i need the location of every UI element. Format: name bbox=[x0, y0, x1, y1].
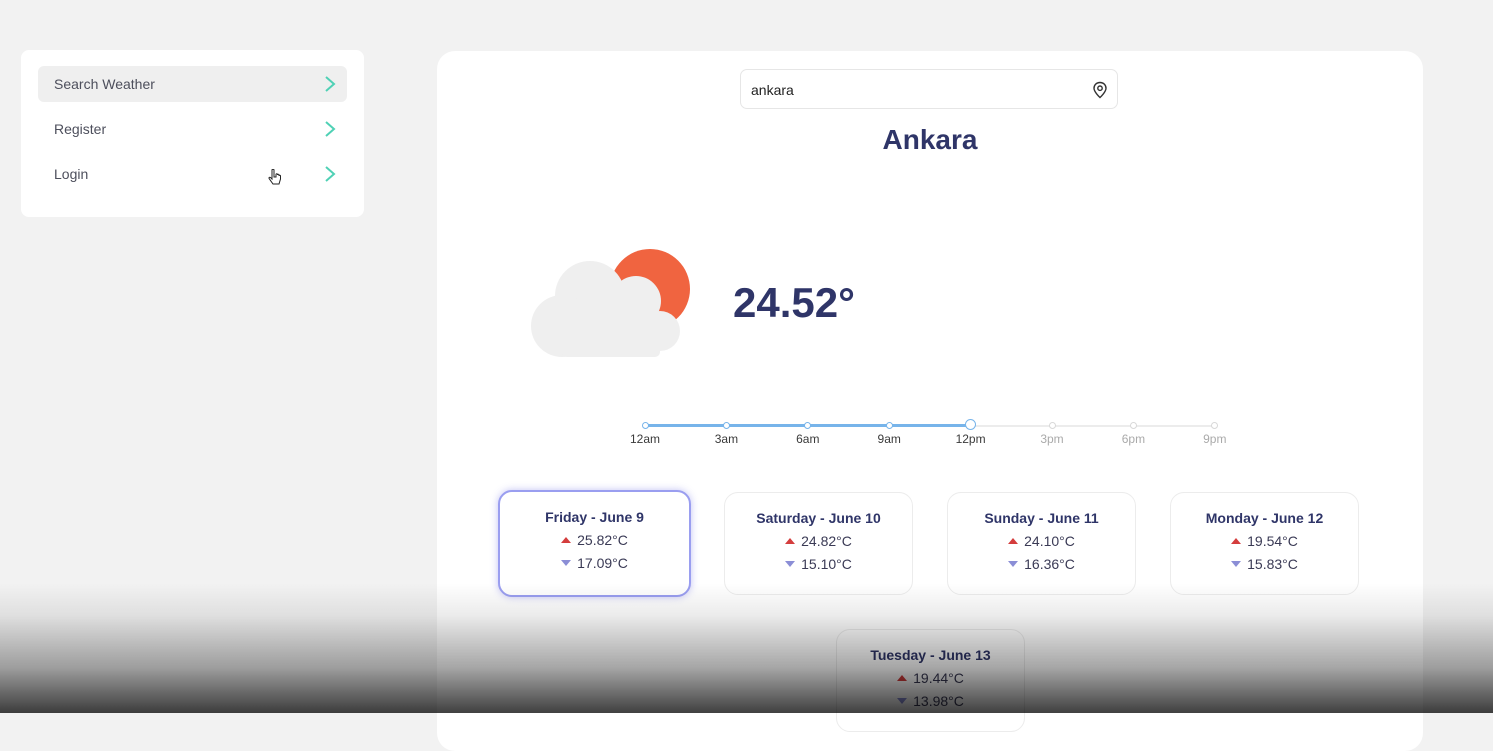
sidebar-item-register[interactable]: Register bbox=[38, 111, 347, 147]
city-search-box bbox=[740, 69, 1118, 110]
high-temp: 19.44°C bbox=[913, 670, 964, 686]
day-card[interactable]: Monday - June 12 19.54°C 15.83°C bbox=[1170, 492, 1359, 595]
day-card[interactable]: Saturday - June 10 24.82°C 15.10°C bbox=[724, 492, 913, 595]
location-pin-icon[interactable] bbox=[1092, 81, 1108, 99]
sidebar-item-login[interactable]: Login bbox=[38, 156, 347, 192]
sidebar-item-label: Register bbox=[54, 121, 107, 137]
day-card[interactable]: Sunday - June 11 24.10°C 16.36°C bbox=[947, 492, 1136, 595]
day-name: Monday - June 12 bbox=[1205, 510, 1324, 526]
timeline-point[interactable] bbox=[885, 422, 893, 429]
timeline-label: 12pm bbox=[955, 432, 986, 446]
day-name: Saturday - June 10 bbox=[756, 510, 881, 526]
chevron-right-icon bbox=[325, 166, 336, 182]
high-temp: 25.82°C bbox=[577, 532, 628, 548]
arrow-down-icon bbox=[785, 561, 796, 567]
arrow-down-icon bbox=[1008, 561, 1019, 567]
arrow-down-icon bbox=[1231, 561, 1242, 567]
partly-cloudy-icon bbox=[531, 249, 690, 357]
low-temp: 15.10°C bbox=[801, 556, 852, 572]
timeline-label: 9am bbox=[877, 432, 901, 446]
sidebar-nav: Search Weather Register Login bbox=[21, 50, 364, 217]
low-temp: 13.98°C bbox=[913, 693, 964, 709]
timeline-point[interactable] bbox=[641, 422, 649, 429]
timeline-label: 6am bbox=[796, 432, 820, 446]
city-name: Ankara bbox=[882, 124, 978, 155]
low-temp: 15.83°C bbox=[1247, 556, 1298, 572]
timeline-point[interactable] bbox=[804, 422, 812, 429]
arrow-down-icon bbox=[897, 698, 908, 704]
high-temp: 24.10°C bbox=[1024, 533, 1075, 549]
current-temperature: 24.52° bbox=[733, 279, 855, 326]
hand-cursor-icon bbox=[268, 169, 281, 185]
timeline-label: 9pm bbox=[1203, 432, 1227, 446]
high-temp: 24.82°C bbox=[801, 533, 852, 549]
sidebar-item-label: Login bbox=[54, 166, 89, 182]
day-card[interactable]: Tuesday - June 13 19.44°C 13.98°C bbox=[836, 629, 1025, 732]
timeline-label: 12am bbox=[629, 432, 661, 446]
day-name: Tuesday - June 13 bbox=[870, 647, 991, 663]
chevron-right-icon bbox=[325, 76, 336, 92]
arrow-down-icon bbox=[561, 560, 572, 566]
timeline-label: 3pm bbox=[1040, 432, 1064, 446]
city-search-input[interactable] bbox=[749, 70, 1083, 110]
timeline-point[interactable] bbox=[1048, 422, 1056, 429]
chevron-right-icon bbox=[325, 121, 336, 137]
timeline-label: 3am bbox=[714, 432, 739, 446]
timeline-point[interactable] bbox=[1129, 422, 1137, 429]
timeline-point[interactable] bbox=[1211, 422, 1219, 429]
arrow-up-icon bbox=[1231, 538, 1242, 544]
weather-panel: Ankara 24.52° 12am 3am 6am 9am 12pm 3pm 6pm 9pm… bbox=[437, 51, 1423, 751]
low-temp: 17.09°C bbox=[577, 555, 628, 571]
day-card[interactable]: Friday - June 9 25.82°C 17.09°C bbox=[498, 490, 691, 597]
arrow-up-icon bbox=[561, 537, 572, 543]
arrow-up-icon bbox=[1008, 538, 1019, 544]
timeline-point[interactable] bbox=[964, 419, 976, 430]
sidebar-item-search-weather[interactable]: Search Weather bbox=[38, 66, 347, 102]
timeline-label: 6pm bbox=[1121, 432, 1146, 446]
sidebar-item-label: Search Weather bbox=[54, 76, 155, 92]
day-name: Sunday - June 11 bbox=[984, 510, 1099, 526]
hourly-timeline[interactable]: 12am 3am 6am 9am 12pm 3pm 6pm 9pm bbox=[617, 416, 1237, 456]
low-temp: 16.36°C bbox=[1024, 556, 1075, 572]
day-name: Friday - June 9 bbox=[545, 509, 644, 525]
timeline-point[interactable] bbox=[722, 422, 730, 429]
arrow-up-icon bbox=[897, 675, 908, 681]
arrow-up-icon bbox=[785, 538, 796, 544]
high-temp: 19.54°C bbox=[1247, 533, 1298, 549]
